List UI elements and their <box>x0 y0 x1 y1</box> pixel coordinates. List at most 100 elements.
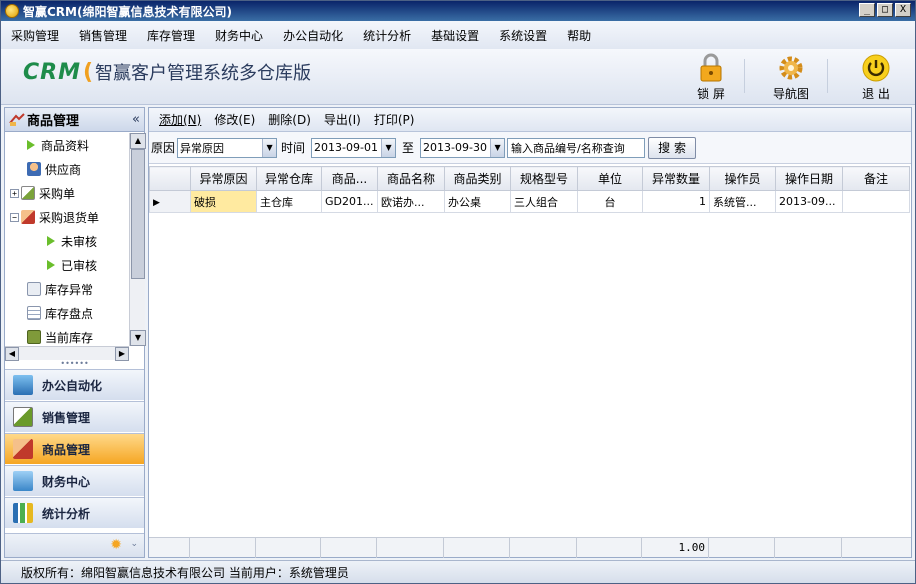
tree-item-product-info[interactable]: 商品资料 <box>5 133 129 157</box>
chevron-down-icon[interactable]: ▼ <box>490 138 505 157</box>
product-icon <box>13 439 33 459</box>
export-button[interactable]: 导出(I) <box>324 111 361 128</box>
arrow-icon <box>27 140 35 150</box>
lock-screen-button[interactable]: 锁 屏 <box>681 53 741 102</box>
menu-help[interactable]: 帮助 <box>567 27 591 44</box>
table-cell[interactable]: 台 <box>577 190 643 213</box>
table-cell[interactable]: 办公桌 <box>444 190 511 213</box>
time-label: 时间 <box>281 141 306 155</box>
column-header[interactable]: 商品类别 <box>444 166 511 191</box>
row-selector[interactable]: ▶ <box>149 190 191 213</box>
tree-item-inventory-exception[interactable]: 库存异常 <box>5 277 129 301</box>
table-row[interactable]: ▶ 破损 主仓库 GD201... 欧诺办... 办公桌 三人组合 台 1 系统… <box>149 190 910 213</box>
maximize-button[interactable]: □ <box>877 3 893 17</box>
date-to-value: 2013-09-30 <box>423 141 487 154</box>
tree-item-unreviewed[interactable]: 未审核 <box>5 229 129 253</box>
menu-basic-settings[interactable]: 基础设置 <box>431 27 479 44</box>
table-cell[interactable]: 破损 <box>190 190 257 213</box>
table-cell[interactable]: 欧诺办... <box>377 190 445 213</box>
delete-button[interactable]: 删除(D) <box>268 111 311 128</box>
power-icon <box>861 53 891 83</box>
tree-item-purchase-order[interactable]: + 采购单 <box>5 181 129 205</box>
tree-item-label: 商品资料 <box>41 138 90 153</box>
menu-inventory[interactable]: 库存管理 <box>147 27 195 44</box>
nav-label: 商品管理 <box>42 442 91 457</box>
collapse-sidebar-icon[interactable]: « <box>132 112 140 127</box>
table-cell[interactable]: 主仓库 <box>256 190 322 213</box>
scrollbar-thumb[interactable] <box>131 149 145 279</box>
status-bar: 版权所有：绵阳智赢信息技术有限公司 当前用户：系统管理员 <box>1 560 915 583</box>
exit-button[interactable]: 退 出 <box>846 53 906 102</box>
close-button[interactable]: X <box>895 3 911 17</box>
menu-office[interactable]: 办公自动化 <box>283 27 343 44</box>
table-cell[interactable]: 2013-09... <box>775 190 843 213</box>
column-header[interactable]: 备注 <box>842 166 910 191</box>
expand-icon[interactable]: + <box>10 188 19 198</box>
menu-stats[interactable]: 统计分析 <box>363 27 411 44</box>
nav-office-automation[interactable]: 办公自动化 <box>5 369 144 400</box>
chevron-down-icon[interactable]: ▼ <box>262 138 277 157</box>
summary-quantity: 1.00 <box>642 538 709 558</box>
menu-system-settings[interactable]: 系统设置 <box>499 27 547 44</box>
tree-item-current-stock[interactable]: 当前库存 <box>5 325 129 346</box>
print-button[interactable]: 打印(P) <box>374 111 415 128</box>
column-header[interactable]: 操作日期 <box>775 166 843 191</box>
column-header[interactable]: 异常仓库 <box>256 166 322 191</box>
search-input[interactable]: 输入商品编号/名称查询 <box>507 137 646 158</box>
logo-swoosh-icon: ( <box>82 59 94 85</box>
minimize-button[interactable]: _ <box>859 3 875 17</box>
table-cell[interactable] <box>842 190 910 213</box>
scroll-right-icon[interactable]: ▶ <box>115 347 129 361</box>
column-header[interactable]: 异常原因 <box>190 166 257 191</box>
person-icon <box>27 162 41 176</box>
add-button[interactable]: 添加(N) <box>159 111 201 128</box>
navigation-map-label: 导航图 <box>772 87 809 101</box>
menu-purchase[interactable]: 采购管理 <box>11 27 59 44</box>
data-table: 异常原因 异常仓库 商品... 商品名称 商品类别 规格型号 单位 异常数量 操… <box>149 166 910 213</box>
tree-item-reviewed[interactable]: 已审核 <box>5 253 129 277</box>
nav-statistics[interactable]: 统计分析 <box>5 497 144 528</box>
tree-item-inventory-check[interactable]: 库存盘点 <box>5 301 129 325</box>
panel-splitter[interactable]: •••••• <box>5 360 144 369</box>
column-header[interactable]: 单位 <box>577 166 643 191</box>
reason-select[interactable]: 异常原因 ▼ <box>177 137 278 158</box>
nav-sales-management[interactable]: 销售管理 <box>5 401 144 432</box>
table-cell[interactable]: 三人组合 <box>510 190 578 213</box>
tree-item-supplier[interactable]: 供应商 <box>5 157 129 181</box>
column-header[interactable]: 商品名称 <box>377 166 445 191</box>
table-cell[interactable]: GD201... <box>321 190 378 213</box>
reason-label: 原因 <box>151 141 176 155</box>
nav-finance-center[interactable]: 财务中心 <box>5 465 144 496</box>
tree-horizontal-scrollbar[interactable]: ◀ ▶ <box>5 346 129 361</box>
summary-cell <box>190 538 256 558</box>
tree-item-purchase-return[interactable]: − 采购退货单 <box>5 205 129 229</box>
sun-icon[interactable]: ✹ <box>110 537 122 553</box>
window-title: 智赢CRM(绵阳智赢信息技术有限公司) <box>23 4 232 19</box>
menu-sales[interactable]: 销售管理 <box>79 27 127 44</box>
table-cell[interactable]: 系统管... <box>709 190 776 213</box>
menu-finance[interactable]: 财务中心 <box>215 27 263 44</box>
scroll-up-icon[interactable]: ▲ <box>130 133 146 149</box>
column-header[interactable]: 商品... <box>321 166 378 191</box>
chevron-down-icon[interactable]: ▼ <box>381 138 396 157</box>
column-header[interactable]: 异常数量 <box>642 166 710 191</box>
summary-cell <box>444 538 510 558</box>
lock-icon <box>696 53 726 83</box>
arrow-icon <box>47 260 55 270</box>
column-header[interactable]: 规格型号 <box>510 166 578 191</box>
chevron-down-icon[interactable]: ⌄ <box>130 539 138 549</box>
collapse-icon[interactable]: − <box>10 212 19 222</box>
nav-label: 财务中心 <box>42 474 91 489</box>
tree-vertical-scrollbar[interactable]: ▲ ▼ <box>129 133 146 346</box>
date-to-picker[interactable]: 2013-09-30 ▼ <box>420 137 506 158</box>
edit-button[interactable]: 修改(E) <box>214 111 255 128</box>
search-button[interactable]: 搜 索 <box>648 136 697 159</box>
nav-product-management[interactable]: 商品管理 <box>5 433 144 464</box>
scroll-left-icon[interactable]: ◀ <box>5 347 19 361</box>
table-cell[interactable]: 1 <box>642 190 710 213</box>
date-from-value: 2013-09-01 <box>314 141 378 154</box>
date-from-picker[interactable]: 2013-09-01 ▼ <box>311 137 397 158</box>
navigation-map-button[interactable]: 导航图 <box>761 53 821 102</box>
scroll-down-icon[interactable]: ▼ <box>130 330 146 346</box>
column-header[interactable]: 操作员 <box>709 166 776 191</box>
